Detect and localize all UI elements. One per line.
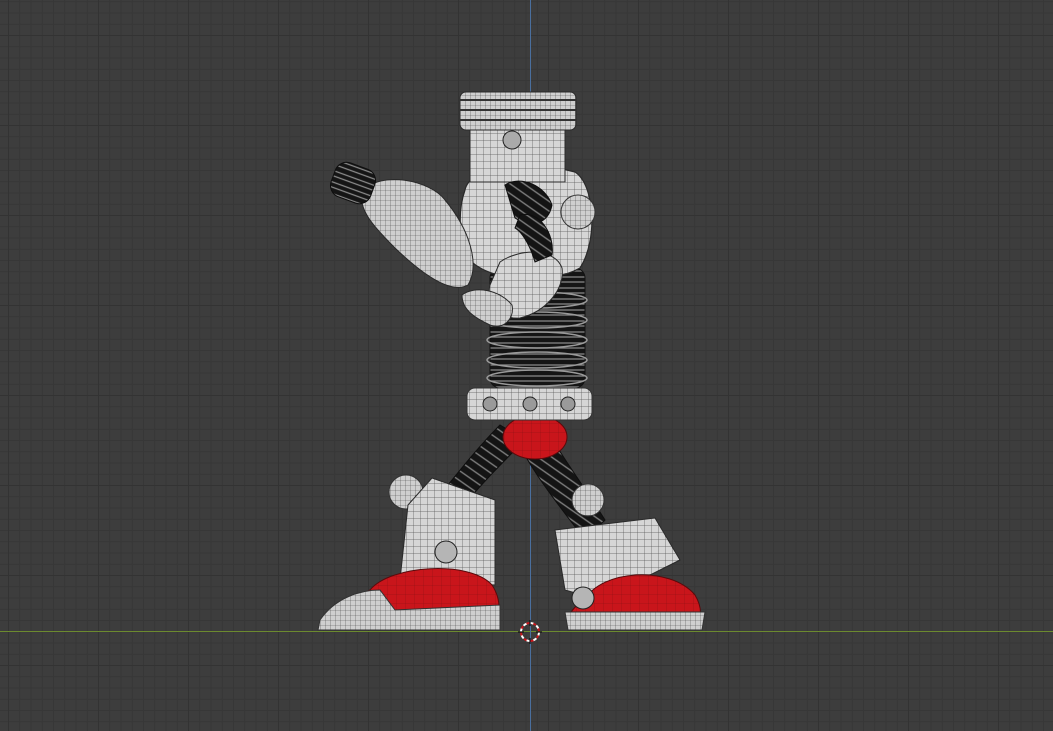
hip-joint [502,414,568,460]
extended-arm [329,161,474,288]
3d-viewport[interactable] [0,0,1053,731]
shoulder-right [560,194,596,230]
3d-cursor-icon[interactable] [518,620,542,644]
waist-ring [466,387,593,421]
front-boot [317,474,501,631]
head-piston [459,91,577,183]
back-boot [554,483,706,631]
